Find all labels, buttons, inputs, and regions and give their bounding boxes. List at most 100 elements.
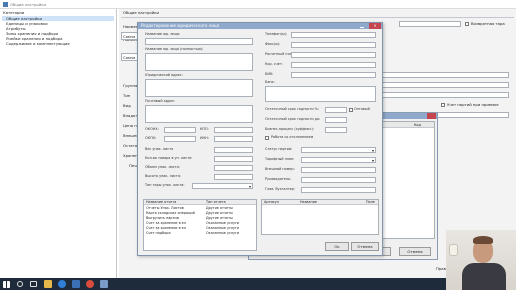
tare-type-select[interactable]: ▾ (192, 183, 253, 189)
bik-input[interactable] (291, 72, 376, 78)
name-label: Название юр. лица: (145, 32, 181, 36)
explorer-icon[interactable] (44, 280, 52, 288)
inn-input[interactable] (214, 136, 253, 142)
corr-account-label: Кор. счет: (265, 62, 283, 66)
articles-col-article: Артикул (264, 200, 279, 204)
wholesale-checkbox[interactable] (349, 108, 353, 112)
postal-address-input[interactable] (145, 105, 253, 123)
settings-right-field-1[interactable] (381, 72, 509, 78)
corr-account-input[interactable] (291, 62, 376, 68)
reports-col-type: Тип отчета (206, 200, 226, 204)
reports-col-name: Название отчета (146, 200, 177, 204)
legal-address-input[interactable] (145, 79, 253, 97)
deficit-checkbox[interactable] (265, 136, 269, 140)
goods-qty-input[interactable] (214, 156, 253, 162)
shelf-life-label: Остаточный срок годности %: (265, 107, 320, 111)
tariff-plan-select[interactable]: ▾ (301, 157, 376, 163)
business-process-label: Бизнес-процесс (суффикс): (265, 127, 314, 131)
categories-panel: Категории Общие настройки Единицы и упак… (0, 9, 117, 278)
track-parties-checkbox[interactable] (441, 103, 445, 107)
settings-label-group: Группа (123, 83, 138, 88)
search-icon[interactable] (17, 281, 23, 287)
settings-right-field-2[interactable] (381, 82, 509, 88)
deficit-label: Работа со отклонением (271, 135, 314, 139)
legal-entity-dialog-title: Редактирование юридического лица (141, 23, 220, 28)
fax-label: Факс(ы): (265, 42, 281, 46)
pack-volume-input[interactable] (214, 165, 253, 171)
chevron-down-icon: ▾ (248, 184, 251, 189)
app-icon-taskbar[interactable] (100, 280, 108, 288)
shelf-life-to-label: Остаточный срок годности до: (265, 117, 321, 121)
cancel-button[interactable]: Отмена (351, 242, 379, 251)
desktop-screen: Общие настройки Категории Общие настройк… (0, 0, 516, 290)
app-icon (3, 2, 8, 7)
bank-input[interactable] (265, 86, 376, 102)
pack-height-input[interactable] (214, 174, 253, 180)
pack-volume-label: Объем упак. листа: (145, 165, 180, 169)
account-label: Расчетный счет: (265, 52, 295, 56)
zero-tare-checkbox[interactable] (465, 22, 469, 26)
kpp-label: КПП: (200, 127, 209, 131)
articles-table: Артикул Название Поле (261, 199, 379, 235)
task-view-icon[interactable] (30, 281, 37, 287)
chevron-down-icon: ▾ (371, 148, 374, 153)
taskbar (0, 278, 446, 290)
shelf-life-to-input[interactable] (325, 117, 347, 123)
manager-input[interactable] (301, 177, 376, 183)
external-number-input[interactable] (301, 167, 376, 173)
settings-label-type: Тип (123, 93, 131, 98)
inn-label: ИНН: (200, 136, 209, 140)
party-status-select[interactable]: ▾ (301, 147, 376, 153)
app-title-bar: Общие настройки (0, 0, 516, 9)
wholesale-label: Оптовый (354, 107, 370, 111)
back-dialog-cancel-button[interactable]: Отмена (399, 247, 431, 256)
settings-label-kind: Вид (123, 103, 131, 108)
close-icon[interactable]: × (369, 23, 381, 29)
tariff-plan-label: Тарифный план: (265, 157, 295, 161)
pack-weight-input[interactable] (214, 147, 253, 153)
categories-header: Категории (3, 10, 25, 15)
pack-weight-label: Вес упак. листа (145, 147, 174, 151)
bik-label: БИК: (265, 72, 274, 76)
lamp-icon (449, 244, 458, 256)
full-name-input[interactable] (145, 53, 253, 71)
table-row[interactable]: Счет подбора Оказанные услуги (144, 231, 256, 236)
okpo-label: ОКПО: (145, 136, 157, 140)
reports-table: Название отчета Тип отчета Отчеты Упак. … (143, 199, 257, 251)
pack-height-label: Высота упак. листа: (145, 174, 182, 178)
settings-right-field-3[interactable] (381, 92, 509, 98)
settings-header-line (121, 17, 514, 18)
person-body (462, 263, 506, 290)
legal-address-label: Юридический адрес: (145, 73, 183, 77)
kpp-input[interactable] (214, 127, 253, 133)
shelf-life-input[interactable] (325, 107, 347, 113)
webcam-overlay (446, 230, 516, 290)
windows-icon[interactable] (3, 281, 10, 288)
minimize-icon[interactable] (360, 24, 364, 28)
okonh-label: ОКОНХ: (145, 127, 159, 131)
settings-label-price: Цена п (123, 123, 137, 128)
fax-input[interactable] (291, 42, 376, 48)
back-dialog-col-code: Код (414, 123, 421, 127)
full-name-label: Название юр. лица (полностью): (145, 47, 204, 51)
okpo-input[interactable] (164, 136, 196, 142)
okonh-input[interactable] (164, 127, 196, 133)
postal-address-label: Почтовый адрес: (145, 99, 176, 103)
corner-label: Прав (436, 266, 446, 271)
back-dialog-close-icon[interactable] (427, 113, 436, 119)
ok-button[interactable]: Ок (325, 242, 349, 251)
account-input[interactable] (291, 52, 376, 58)
settings-top-input[interactable] (399, 21, 461, 27)
edge-icon[interactable] (58, 280, 66, 288)
settings-label-owner: Владел (123, 113, 138, 118)
store-icon[interactable] (72, 280, 80, 288)
business-process-input[interactable] (325, 127, 347, 133)
articles-col-field: Поле (366, 200, 375, 204)
person-hair (473, 236, 493, 244)
phone-input[interactable] (291, 32, 376, 38)
party-status-label: Статус партии: (265, 147, 293, 151)
chrome-icon[interactable] (86, 280, 94, 288)
sidebar-item-contents[interactable]: Содержимое и комплектующие (2, 41, 114, 46)
name-input[interactable] (145, 38, 253, 45)
chief-accountant-input[interactable] (301, 187, 376, 193)
